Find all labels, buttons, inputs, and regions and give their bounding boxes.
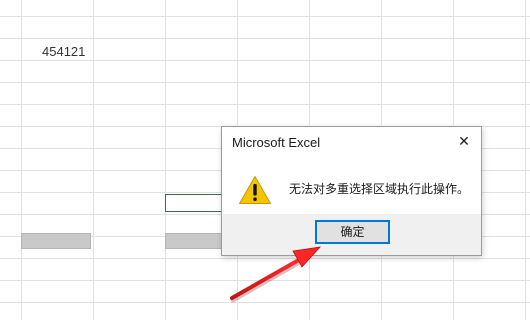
gridline — [0, 104, 530, 105]
gridline — [0, 302, 530, 303]
dialog-title: Microsoft Excel — [232, 135, 321, 150]
gridline — [0, 38, 530, 39]
dialog-message: 无法对多重选择区域执行此操作。 — [289, 182, 470, 196]
gridline — [0, 16, 530, 17]
highlighted-cell[interactable] — [21, 233, 91, 249]
close-icon[interactable]: ✕ — [453, 132, 475, 152]
gridline — [0, 280, 530, 281]
cell-value[interactable]: 454121 — [42, 44, 85, 60]
gridline — [0, 60, 530, 61]
gridline — [0, 258, 530, 259]
gridline — [0, 82, 530, 83]
ok-button[interactable]: 确定 — [315, 220, 390, 244]
gridline — [165, 0, 166, 320]
dialog-footer: 确定 — [222, 214, 481, 255]
gridline — [525, 0, 526, 320]
dialog-titlebar[interactable]: Microsoft Excel ✕ — [222, 127, 481, 158]
warning-icon — [239, 176, 271, 204]
gridline — [21, 0, 22, 320]
message-dialog: Microsoft Excel ✕ 无法对多重选择区域执行此操作。 确定 — [221, 126, 482, 256]
gridline — [93, 0, 94, 320]
